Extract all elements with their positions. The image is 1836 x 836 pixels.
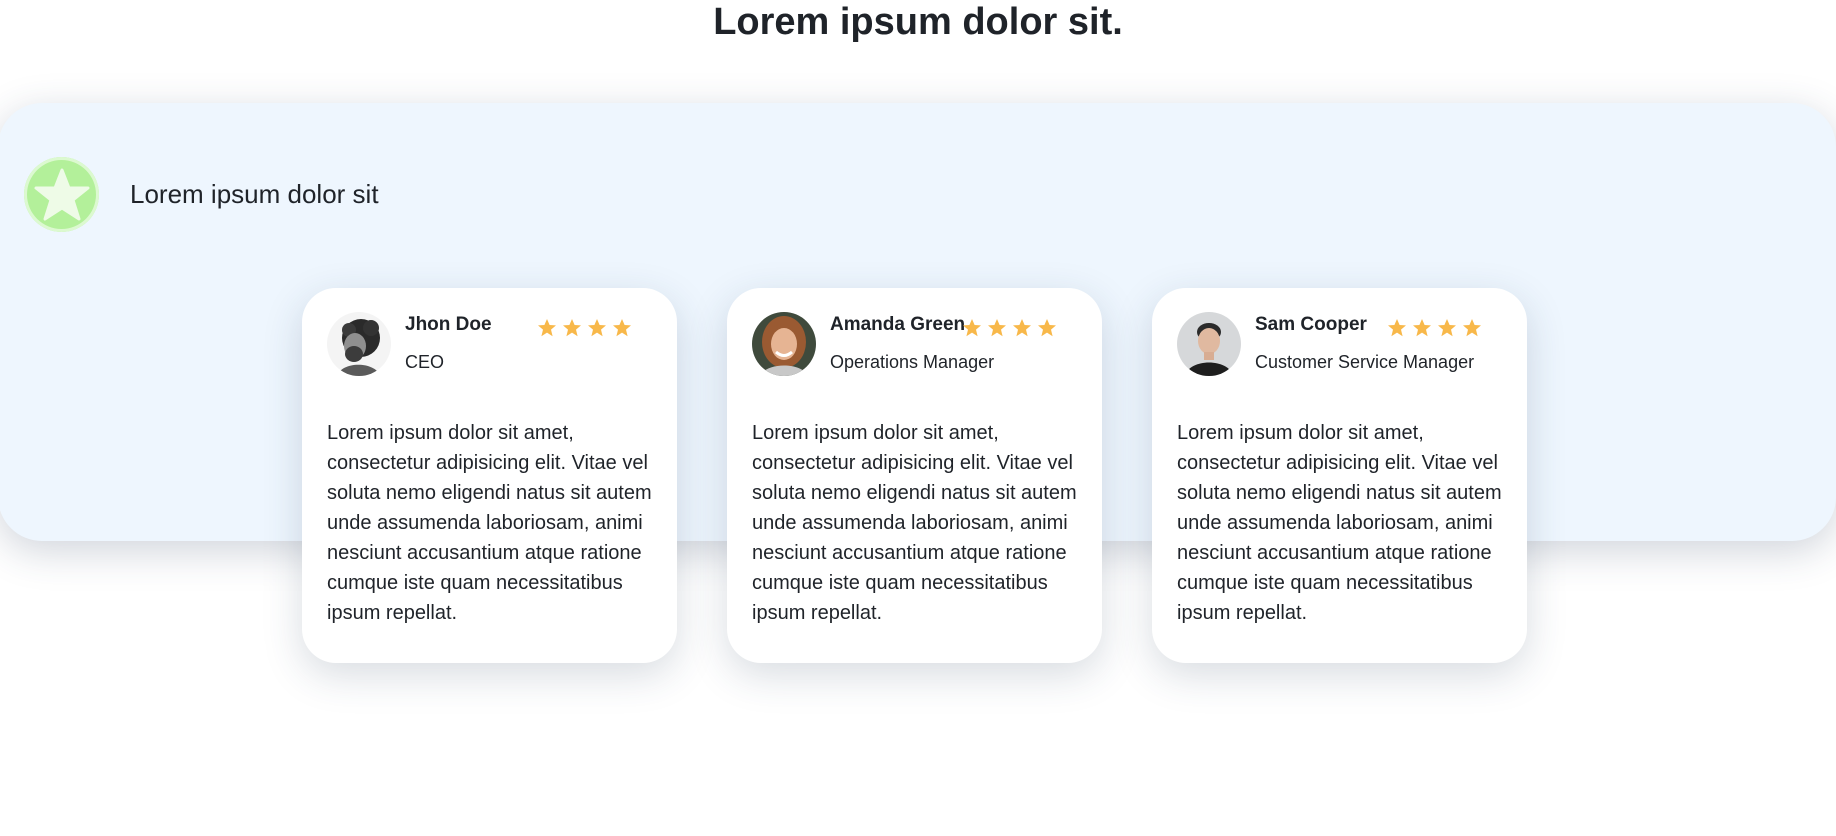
star-icon: [34, 168, 89, 220]
star-icon: [563, 319, 581, 337]
star-icon: [1013, 319, 1031, 337]
star-icon: [1388, 319, 1406, 337]
person-role: Customer Service Manager: [1255, 352, 1475, 372]
avatar: [752, 312, 816, 376]
testimonial-card: Jhon Doe CEO Lorem ipsum dolor sit amet,…: [302, 288, 677, 663]
testimonial-text: Lorem ipsum dolor sit amet, consectetur …: [1177, 422, 1502, 624]
star-icon: [1413, 319, 1431, 337]
avatar-portrait-icon: [327, 312, 391, 376]
star-icon: [1463, 319, 1481, 337]
avatar: [1177, 312, 1241, 376]
star-icon: [963, 319, 981, 337]
testimonial-text: Lorem ipsum dolor sit amet, consectetur …: [752, 422, 1077, 624]
avatar: [327, 312, 391, 376]
panel-heading: Lorem ipsum dolor sit: [130, 179, 379, 209]
star-icon: [613, 319, 631, 337]
rating-stars: [1387, 318, 1482, 338]
testimonial-text: Lorem ipsum dolor sit amet, consectetur …: [327, 422, 652, 624]
person-role: CEO: [405, 352, 445, 372]
page-title: Lorem ipsum dolor sit.: [713, 1, 1123, 43]
star-icon: [538, 319, 556, 337]
testimonial-cards: Jhon Doe CEO Lorem ipsum dolor sit amet,…: [302, 288, 1527, 663]
avatar-portrait-icon: [752, 312, 816, 376]
star-icon: [1038, 319, 1056, 337]
person-role: Operations Manager: [830, 352, 995, 372]
star-icon: [1438, 319, 1456, 337]
testimonial-card: Sam Cooper Customer Service Manager Lore…: [1152, 288, 1527, 663]
avatar-portrait-icon: [1177, 312, 1241, 376]
star-icon: [588, 319, 606, 337]
rating-stars: [537, 318, 632, 338]
testimonials-page: Lorem ipsum dolor sit. Lorem ipsum dolor…: [0, 0, 1836, 836]
star-icon: [988, 319, 1006, 337]
star-badge-icon: [24, 157, 99, 232]
rating-stars: [962, 318, 1057, 338]
testimonial-card: Amanda Green Operations Manager Lorem ip…: [727, 288, 1102, 663]
